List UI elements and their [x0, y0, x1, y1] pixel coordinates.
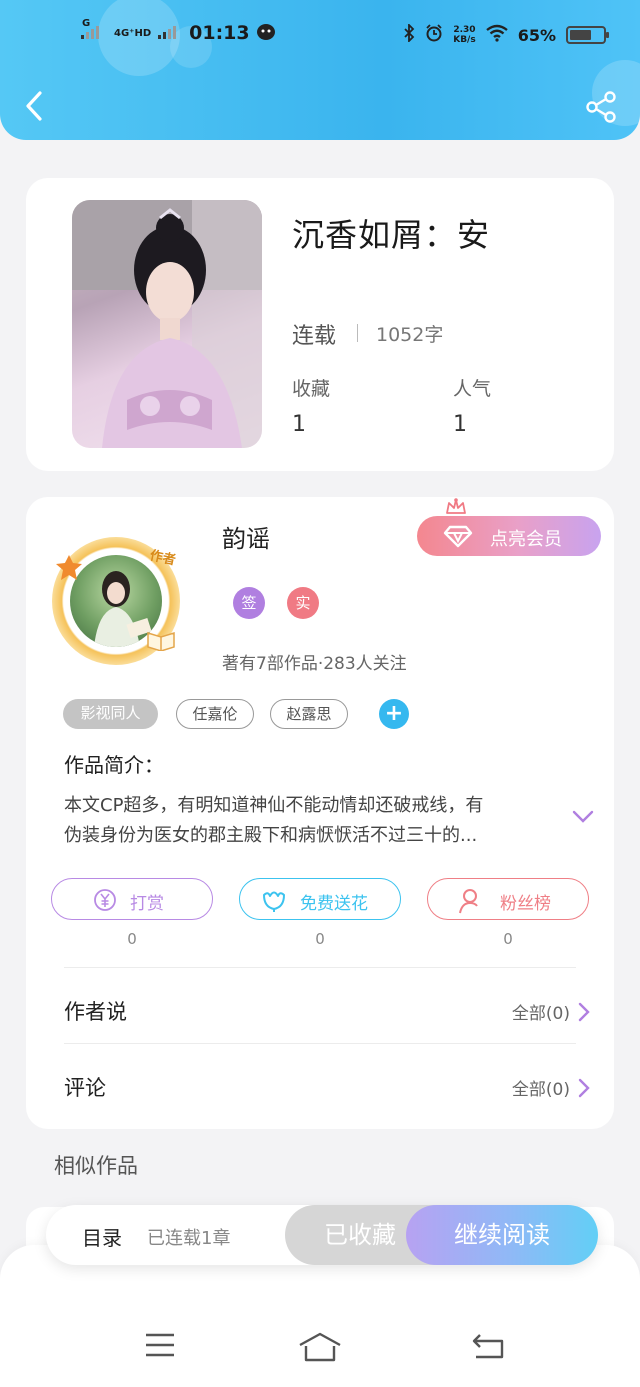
menu-icon [146, 1333, 174, 1357]
book-title: 沉香如屑：安 [292, 216, 491, 254]
app-notification-icon [256, 23, 276, 44]
fan-ranking-button[interactable]: 粉丝榜 [427, 878, 589, 920]
author-notes-title: 作者说 [64, 1000, 127, 1024]
book-info-card: 沉香如屑：安 连载 1052字 收藏 1 人气 1 [26, 178, 614, 471]
favorites-count: 1 [292, 412, 306, 437]
net-speed-unit: KB/s [453, 35, 476, 45]
popularity-label: 人气 [453, 378, 492, 400]
top-header: G 4G⁺HD 01:13 2.30 KB/s 65% [0, 0, 640, 140]
intro-line: 本文CP超多，有明知道神仙不能动情却还破戒线，有 [64, 795, 484, 816]
fan-count: 0 [503, 930, 513, 948]
status-time: 01:13 [189, 22, 250, 44]
comments-title: 评论 [64, 1076, 106, 1100]
chapter-count: 已连载1章 [147, 1228, 231, 1249]
author-notes-link[interactable]: 全部(0) [512, 999, 590, 1024]
status-right: 2.30 KB/s 65% [403, 22, 609, 46]
favorites-label: 收藏 [292, 378, 331, 400]
author-avatar[interactable]: 作者 [52, 537, 180, 665]
tip-count: 0 [127, 930, 137, 948]
word-count: 1052字 [376, 324, 444, 346]
divider [64, 1043, 576, 1044]
tag-chip[interactable]: 任嘉伦 [176, 699, 254, 729]
similar-works-title: 相似作品 [54, 1154, 138, 1178]
book-status: 连载 [292, 324, 337, 349]
share-icon [586, 91, 616, 123]
author-card: 作者 韵谣 点亮会员 签 实 著有7部作品·283人关注 影视同人 任嘉伦 赵露… [26, 497, 614, 1129]
divider [64, 967, 576, 968]
network-type-1: G [82, 18, 91, 29]
cover-illustration [72, 200, 262, 448]
back-button[interactable] [20, 88, 50, 124]
net-speed-value: 2.30 [453, 25, 476, 35]
intro-line: 伪装身份为医女的郡主殿下和病恹恹活不过三十的... [64, 825, 478, 846]
verified-badge: 实 [287, 587, 319, 619]
battery-percent: 65% [517, 25, 556, 45]
home-icon [299, 1332, 341, 1362]
net-speed: 2.30 KB/s [453, 25, 475, 45]
send-flower-button[interactable]: 免费送花 [239, 878, 401, 920]
chevron-right-icon [578, 1002, 590, 1021]
maple-leaf-icon [56, 555, 82, 580]
signal-icon-2 [157, 25, 177, 42]
intro-text: 本文CP超多，有明知道神仙不能动情却还破戒线，有 伪装身份为医女的郡主殿下和病恹… [64, 791, 554, 851]
crown-icon [446, 498, 466, 514]
vip-member-label: 点亮会员 [490, 529, 562, 550]
system-nav-bar [0, 1318, 640, 1378]
author-notes-link-label: 全部(0) [511, 1004, 570, 1024]
tip-label: 打赏 [130, 894, 164, 914]
alarm-icon [425, 24, 443, 46]
book-icon [147, 631, 175, 651]
send-flower-label: 免费送花 [300, 894, 368, 914]
fan-ranking-label: 粉丝榜 [500, 894, 551, 914]
chevron-right-icon [578, 1078, 590, 1097]
tag-chip[interactable]: 赵露思 [270, 699, 348, 729]
flower-count: 0 [315, 930, 325, 948]
tip-button[interactable]: 打赏 [51, 878, 213, 920]
intro-title: 作品简介： [64, 753, 164, 777]
comments-link-label: 全部(0) [511, 1080, 570, 1100]
status-bar: G 4G⁺HD 01:13 2.30 KB/s 65% [0, 18, 640, 54]
diamond-icon [443, 525, 473, 548]
popularity-count: 1 [453, 412, 467, 437]
status-left: G 4G⁺HD 01:13 [80, 18, 276, 44]
yen-coin-icon [94, 889, 116, 911]
book-cover-image[interactable] [72, 200, 262, 448]
author-label: 作者 [148, 548, 177, 569]
back-nav-button[interactable] [470, 1332, 506, 1364]
add-tag-button[interactable]: + [379, 699, 409, 729]
tag-chip[interactable]: 影视同人 [63, 699, 158, 729]
network-type-2: 4G⁺HD [114, 27, 152, 39]
author-name[interactable]: 韵谣 [222, 519, 270, 554]
bluetooth-icon [403, 22, 415, 46]
expand-intro-button[interactable] [572, 809, 594, 828]
chevron-down-icon [572, 810, 594, 823]
wifi-icon [485, 24, 508, 46]
vip-member-button[interactable]: 点亮会员 [417, 516, 601, 556]
table-of-contents-button[interactable]: 目录 [82, 1222, 122, 1251]
user-icon [459, 889, 482, 914]
flower-icon [263, 891, 285, 912]
battery-icon [566, 26, 609, 44]
chevron-left-icon [26, 91, 42, 121]
back-arrow-icon [472, 1334, 504, 1359]
home-nav-button[interactable] [298, 1332, 342, 1366]
menu-nav-button[interactable] [144, 1332, 176, 1362]
signed-badge: 签 [233, 587, 265, 619]
comments-link[interactable]: 全部(0) [512, 1075, 590, 1100]
divider [357, 324, 358, 342]
author-meta: 著有7部作品·283人关注 [222, 654, 407, 674]
share-button[interactable] [584, 90, 618, 124]
battery-fill [570, 30, 591, 40]
continue-reading-button[interactable]: 继续阅读 [406, 1205, 598, 1265]
reading-action-bar: 目录 已连载1章 已收藏 继续阅读 [46, 1205, 598, 1265]
